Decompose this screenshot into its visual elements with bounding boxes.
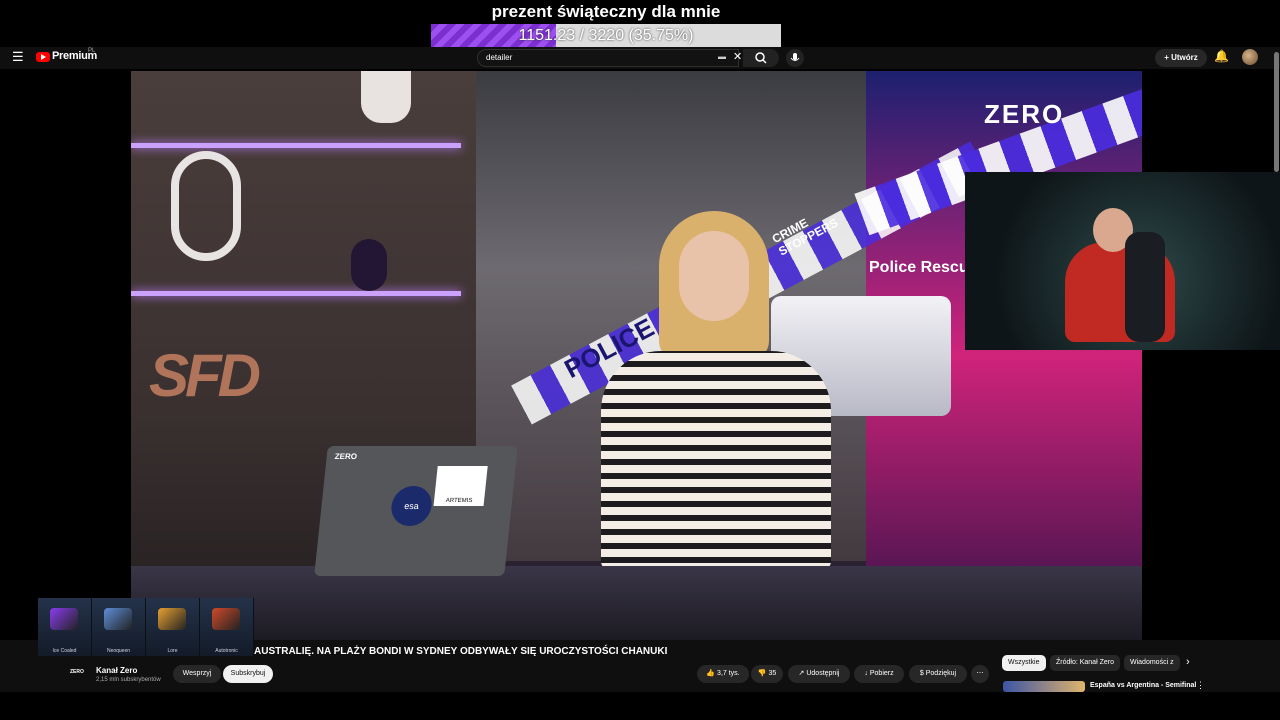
support-button[interactable]: Wesprzyj <box>173 665 221 683</box>
more-icon: ⋯ <box>976 670 984 677</box>
case-label: Neoqueen <box>106 648 131 654</box>
create-label: Utwórz <box>1171 53 1198 62</box>
top-header: ☰ Premium PL detailer ▬ ✕ + Utwórz 🔔 <box>0 47 1280 69</box>
sculpture <box>171 151 241 261</box>
avatar[interactable] <box>1242 49 1258 65</box>
download-label: Pobierz <box>869 670 894 677</box>
ticker-text: AUSTRALIĘ. NA PLAŻY BONDI W SYDNEY ODBYW… <box>254 646 668 657</box>
channel-avatar[interactable]: ZERO <box>70 669 90 681</box>
clear-search-icon[interactable]: ✕ <box>733 50 742 63</box>
gaming-chair <box>1125 232 1165 342</box>
news-desk <box>131 566 1142 640</box>
like-count: 3,7 tys. <box>717 670 740 677</box>
search-input[interactable]: detailer <box>477 49 739 67</box>
subscriber-count: 2,15 mln subskrybentów <box>96 677 161 683</box>
presenter-sweater <box>601 351 831 571</box>
presenter <box>601 211 831 571</box>
laptop-sticker: ARTEMIS <box>433 466 488 506</box>
case-strip: Ice Coaled Neoqueen Lore Autotronic <box>38 598 254 656</box>
create-button[interactable]: + Utwórz <box>1155 49 1207 67</box>
case-item: Lore <box>146 598 200 656</box>
logo-country: PL <box>88 48 96 54</box>
share-label: Udostępnij <box>806 670 840 677</box>
shelf-light <box>131 291 461 296</box>
download-button[interactable]: ↓ Pobierz <box>854 665 904 683</box>
case-item: Neoqueen <box>92 598 146 656</box>
goal-progress-text: 1151.23 / 3220 (35.75%) <box>518 27 694 44</box>
kebab-menu-icon[interactable]: ⋮ <box>1196 680 1205 691</box>
case-item: Ice Coaled <box>38 598 92 656</box>
like-button[interactable]: 👍 3,7 tys. <box>697 665 749 683</box>
vase <box>351 239 387 291</box>
more-actions-button[interactable]: ⋯ <box>971 665 989 683</box>
chevron-right-icon[interactable]: › <box>1186 656 1190 668</box>
mic-icon <box>790 53 800 61</box>
case-icon <box>104 608 132 630</box>
video-player[interactable]: SFD CRIME STOPPERS POLICE ZERO Police Re… <box>131 71 1142 640</box>
search-icon <box>755 52 767 64</box>
laptop-sticker: ZERO <box>334 452 358 461</box>
dislike-icon: 👎 <box>757 670 769 677</box>
case-label: Autotronic <box>215 648 238 654</box>
subscribe-button[interactable]: Subskrybuj <box>223 665 273 683</box>
thanks-button[interactable]: $ Podziękuj <box>909 665 967 683</box>
presenter-face <box>679 231 749 321</box>
dislike-count: 35 <box>768 670 777 677</box>
share-button[interactable]: ↗ Udostępnij <box>788 665 850 683</box>
case-icon <box>50 608 78 630</box>
chip-all[interactable]: Wszystkie <box>1002 655 1046 671</box>
police-rescue-sign: Police Rescue <box>869 259 978 276</box>
shelf-light <box>131 143 461 148</box>
menu-icon[interactable]: ☰ <box>12 49 24 65</box>
keyboard-icon[interactable]: ▬ <box>718 52 726 61</box>
vase <box>361 71 411 123</box>
bell-icon[interactable]: 🔔 <box>1214 49 1229 63</box>
laptop: ZERO esa ARTEMIS <box>314 446 518 576</box>
channel-name[interactable]: Kanał Zero <box>96 666 137 675</box>
webcam-overlay <box>965 172 1280 350</box>
chip-news[interactable]: Wiadomości z <box>1124 655 1180 671</box>
goal-title: prezent świąteczny dla mnie <box>491 2 721 21</box>
scrollbar[interactable] <box>1274 52 1279 172</box>
case-icon <box>212 608 240 630</box>
youtube-logo-icon[interactable] <box>36 52 50 62</box>
search-button[interactable] <box>743 49 779 67</box>
thanks-label: Podziękuj <box>925 670 957 677</box>
case-icon <box>158 608 186 630</box>
brand-logo: ZERO <box>984 99 1065 129</box>
recommended-title[interactable]: España vs Argentina - Semifinal <box>1090 682 1196 689</box>
case-item: Autotronic <box>200 598 254 656</box>
recommended-thumbnail[interactable] <box>1003 681 1085 692</box>
voice-search-button[interactable] <box>786 49 804 67</box>
chip-source[interactable]: Źródło: Kanał Zero <box>1050 655 1120 671</box>
like-icon: 👍 <box>706 670 718 677</box>
dislike-button[interactable]: 👎 35 <box>751 665 783 683</box>
goal-progress-bar: 1151.23 / 3220 (35.75%) <box>431 24 781 47</box>
laptop-sticker: esa <box>389 486 434 526</box>
case-label: Ice Coaled <box>52 648 77 654</box>
studio-logo: SFD <box>149 342 261 409</box>
case-label: Lore <box>167 648 178 654</box>
